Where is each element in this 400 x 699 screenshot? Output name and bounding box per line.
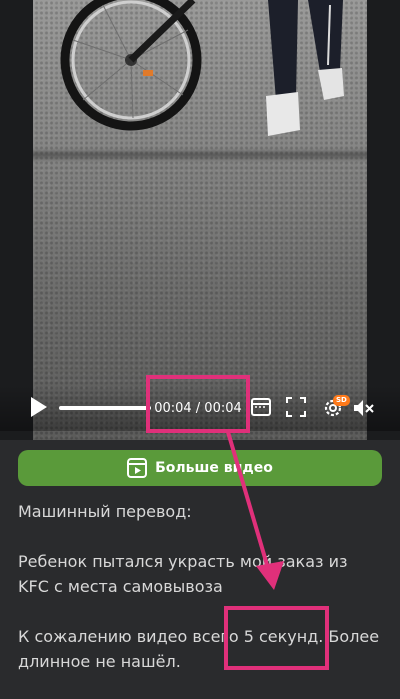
progress-fill [59,406,151,410]
mute-button[interactable] [352,396,376,420]
video-frame [33,0,367,440]
play-icon [31,397,47,417]
annotation-box-time [146,375,250,433]
progress-bar[interactable] [59,406,151,410]
video-icon [127,458,148,478]
fullscreen-button[interactable] [285,396,307,418]
picture-in-picture-icon [251,398,271,416]
more-video-label: Больше видео [155,460,273,476]
person-legs-image [266,0,344,136]
translation-label: Машинный перевод: [18,502,192,521]
quality-badge: SD [333,395,350,406]
video-player[interactable]: 00:04 / 00:04 SD [0,0,400,440]
picture-in-picture-button[interactable] [250,396,272,418]
bicycle-wheel-image [60,0,202,131]
annotation-box-duration [224,606,329,670]
pavement-crack [33,148,367,162]
more-video-button[interactable]: Больше видео [18,450,382,486]
fullscreen-icon [286,397,306,417]
play-button[interactable] [28,394,50,420]
post-paragraph-1: Ребенок пытался украсть мой заказ из KFC… [18,552,348,596]
mute-icon [354,400,374,416]
